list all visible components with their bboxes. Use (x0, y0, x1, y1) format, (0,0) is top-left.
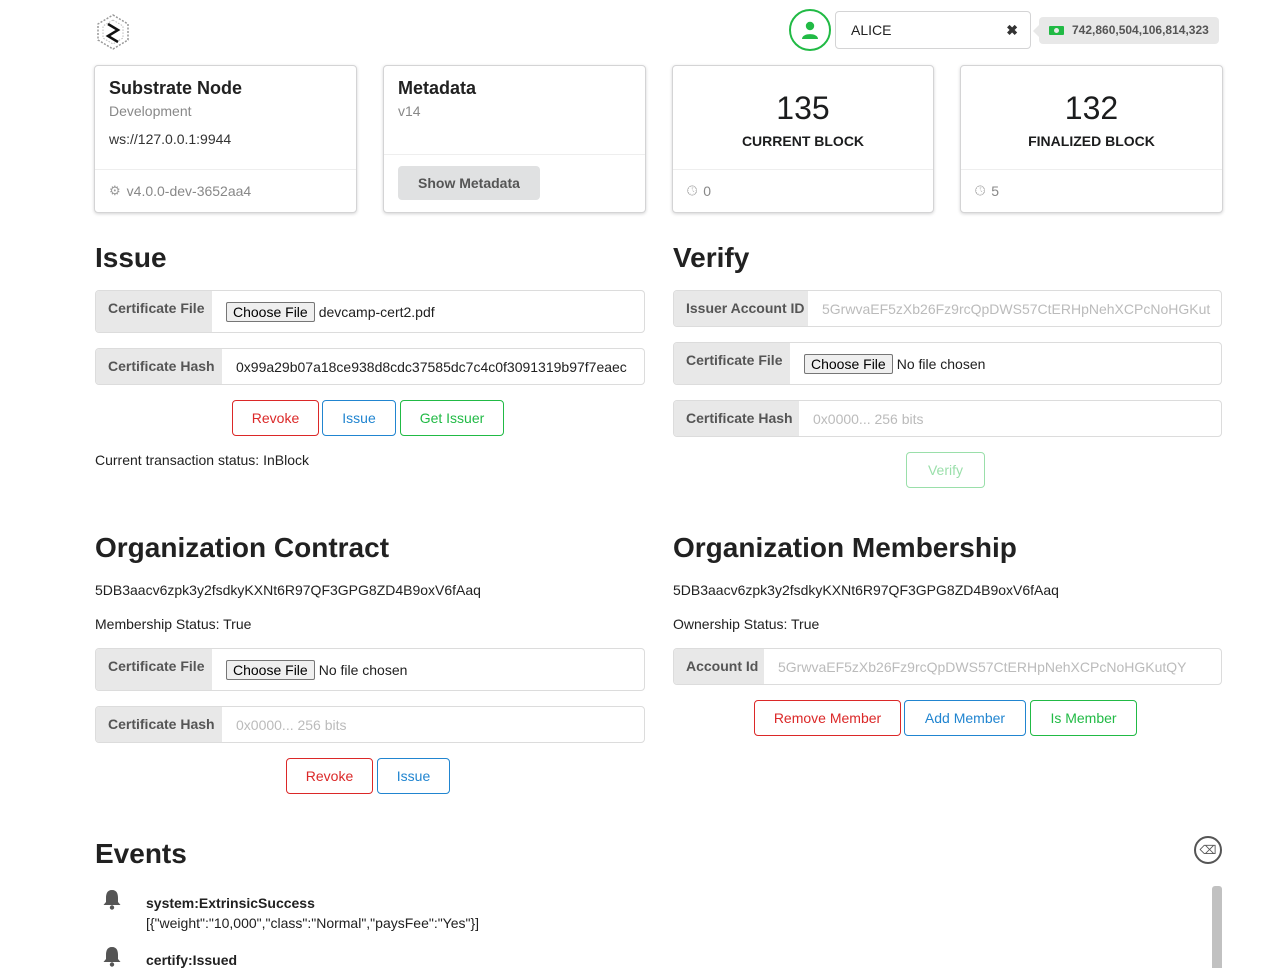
account-id-field: Account Id 5GrwvaEF5zXb26Fz9rcQpDWS57CtE… (673, 648, 1222, 685)
issue-choose-file-button[interactable]: Choose File (226, 301, 315, 322)
issue-hash-field: Certificate Hash 0x99a29b07a18ce938d8cdc… (95, 348, 645, 385)
account-id-label: Account Id (674, 649, 764, 684)
issue-file-name: devcamp-cert2.pdf (318, 303, 435, 320)
event-name: system:ExtrinsicSuccess (146, 895, 315, 911)
node-title: Substrate Node (109, 78, 243, 98)
account-id-input[interactable]: 5GrwvaEF5zXb26Fz9rcQpDWS57CtERHpNehXCPcN… (764, 649, 1221, 684)
org-file-field: Certificate File Choose File No file cho… (95, 648, 645, 691)
node-endpoint: ws://127.0.0.1:9944 (109, 131, 232, 147)
verify-title: Verify (673, 242, 750, 273)
org-contract-address: 5DB3aacv6zpk3y2fsdkyKXNt6R97QF3GPG8ZD4B9… (95, 582, 481, 598)
account-name: ALICE (851, 22, 892, 38)
finalized-block-value: 132 (1064, 90, 1119, 126)
org-hash-input[interactable]: 0x0000... 256 bits (222, 707, 644, 742)
remove-member-button[interactable]: Remove Member (754, 700, 901, 736)
bell-icon (103, 890, 121, 910)
add-member-button[interactable]: Add Member (904, 700, 1026, 736)
events-title: Events (95, 838, 187, 869)
clear-icon[interactable]: ✖ (1006, 22, 1018, 39)
money-icon (1049, 25, 1064, 35)
balance-label: 742,860,504,106,814,323 (1033, 16, 1219, 44)
org-choose-file-button[interactable]: Choose File (226, 659, 315, 680)
clock-icon: 🕓︎ (687, 183, 698, 198)
finalized-block-timer: 5 (991, 183, 1000, 199)
org-file-label: Certificate File (96, 649, 212, 690)
current-block-card: 135 CURRENT BLOCK 🕓︎ 0 (672, 65, 934, 213)
issue-issue-button[interactable]: Issue (322, 400, 396, 436)
org-membership-title: Organization Membership (673, 532, 1017, 563)
bell-icon (103, 947, 121, 967)
issue-file-label: Certificate File (96, 291, 212, 332)
events-scrollbar[interactable] (1212, 886, 1222, 968)
event-detail: [{"weight":"10,000","class":"Normal","pa… (146, 915, 480, 931)
metadata-card: Metadata v14 Show Metadata (383, 65, 646, 213)
verify-issuer-input[interactable]: 5GrwvaEF5zXb26Fz9rcQpDWS57CtERHpNehXCPcN… (808, 291, 1221, 326)
verify-hash-input[interactable]: 0x0000... 256 bits (799, 401, 1221, 436)
issue-file-field: Certificate File Choose File devcamp-cer… (95, 290, 645, 333)
issue-title: Issue (95, 242, 167, 273)
metadata-version: v14 (398, 103, 421, 119)
membership-status: Membership Status: True (95, 616, 252, 632)
eraser-icon[interactable]: ⌫ (1194, 836, 1222, 864)
issue-revoke-button[interactable]: Revoke (232, 400, 319, 436)
org-contract-title: Organization Contract (95, 532, 390, 563)
account-area: ALICE ✖ 742,860,504,106,814,323 (789, 9, 1219, 51)
org-file-name: No file chosen (318, 661, 408, 678)
user-icon[interactable] (789, 9, 831, 51)
metadata-title: Metadata (398, 78, 477, 98)
verify-file-field: Certificate File Choose File No file cho… (673, 342, 1222, 385)
verify-button[interactable]: Verify (906, 452, 985, 488)
clock-icon: 🕓︎ (975, 183, 986, 198)
org-issue-button[interactable]: Issue (377, 758, 450, 794)
issue-hash-label: Certificate Hash (96, 349, 222, 384)
org-hash-label: Certificate Hash (96, 707, 222, 742)
verify-file-name: No file chosen (896, 355, 986, 372)
show-metadata-button[interactable]: Show Metadata (398, 166, 540, 200)
finalized-block-card: 132 FINALIZED BLOCK 🕓︎ 5 (960, 65, 1223, 213)
is-member-button[interactable]: Is Member (1030, 700, 1137, 736)
verify-hash-label: Certificate Hash (674, 401, 799, 436)
node-version: v4.0.0-dev-3652aa4 (126, 183, 252, 199)
org-membership-address: 5DB3aacv6zpk3y2fsdkyKXNt6R97QF3GPG8ZD4B9… (673, 582, 1059, 598)
org-hash-field: Certificate Hash 0x0000... 256 bits (95, 706, 645, 743)
org-revoke-button[interactable]: Revoke (286, 758, 373, 794)
account-selector[interactable]: ALICE ✖ (835, 11, 1031, 49)
ownership-status: Ownership Status: True (673, 616, 820, 632)
gear-icon: ⚙ (109, 183, 121, 198)
verify-hash-field: Certificate Hash 0x0000... 256 bits (673, 400, 1222, 437)
transaction-status: Current transaction status: InBlock (95, 452, 309, 468)
get-issuer-button[interactable]: Get Issuer (400, 400, 504, 436)
current-block-timer: 0 (703, 183, 712, 199)
balance-value: 742,860,504,106,814,323 (1072, 23, 1209, 37)
issue-hash-input[interactable]: 0x99a29b07a18ce938d8cdc37585dc7c4c0f3091… (222, 349, 644, 384)
verify-choose-file-button[interactable]: Choose File (804, 353, 893, 374)
current-block-label: CURRENT BLOCK (741, 133, 865, 149)
finalized-block-label: FINALIZED BLOCK (1028, 133, 1155, 149)
current-block-value: 135 (776, 90, 830, 126)
verify-issuer-label: Issuer Account ID (674, 291, 808, 326)
substrate-logo (94, 13, 132, 51)
verify-file-label: Certificate File (674, 343, 790, 384)
node-info-card: Substrate Node Development ws://127.0.0.… (94, 65, 357, 213)
node-chain: Development (109, 103, 192, 119)
event-name: certify:Issued (146, 952, 238, 968)
verify-issuer-field: Issuer Account ID 5GrwvaEF5zXb26Fz9rcQpD… (673, 290, 1222, 327)
